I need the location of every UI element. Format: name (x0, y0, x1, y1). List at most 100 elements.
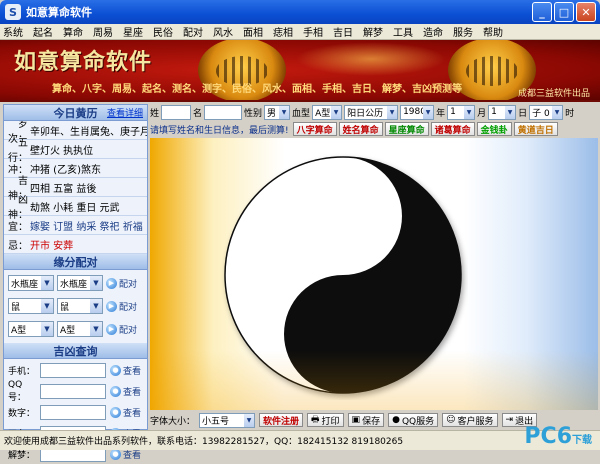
zhuge-button[interactable]: 诸葛算命 (430, 122, 475, 136)
maximize-button[interactable]: □ (554, 2, 574, 22)
save-icon: ▣ (351, 415, 361, 425)
status-text: 欢迎使用成都三益软件出品系列软件，联系电话：13982281527，QQ：182… (4, 437, 404, 447)
almanac-key: 宜： (8, 221, 28, 233)
menu-naming[interactable]: 起名 (33, 24, 53, 39)
day-label: 日 (518, 108, 528, 119)
minimize-button[interactable]: _ (532, 2, 552, 22)
match-select-b[interactable]: 鼠 ▼ (57, 298, 103, 314)
lookup-label: 手机： (8, 367, 36, 377)
lookup-button[interactable]: ●查看 (110, 385, 141, 398)
app-icon: S (5, 4, 21, 20)
menu-create[interactable]: 造命 (423, 24, 443, 39)
almanac-value: 冲猪 (乙亥)煞东 (30, 164, 101, 176)
almanac-key: 忌： (8, 240, 28, 252)
match-button[interactable]: ▶ 配对 (106, 323, 137, 336)
user-icon: ☺ (446, 415, 456, 425)
phone-input[interactable] (40, 363, 106, 378)
match-select-a[interactable]: 水瓶座 ▼ (8, 275, 54, 291)
menu-help[interactable]: 帮助 (483, 24, 503, 39)
menu-dream[interactable]: 解梦 (363, 24, 383, 39)
match-select-value: A型 (11, 325, 27, 336)
name-fortune-button[interactable]: 姓名算命 (338, 122, 383, 136)
lookup-button[interactable]: ●查看 (110, 364, 141, 377)
almanac-row: 忌： 开市 安葬 (4, 235, 147, 254)
lucky-day-button[interactable]: 黄道吉日 (513, 122, 558, 136)
menu-lucky-day[interactable]: 吉日 (333, 24, 353, 39)
calendar-select[interactable]: 阳日公历 ▼ (344, 104, 399, 120)
match-button[interactable]: ▶ 配对 (106, 300, 137, 313)
banner-ornament (296, 42, 446, 76)
font-size-select[interactable]: 小五号 ▼ (199, 412, 256, 428)
match-row: 水瓶座 ▼ 水瓶座 ▼ ▶ 配对 (4, 273, 147, 293)
year-select[interactable]: 1980 ▼ (400, 104, 435, 120)
almanac-value: 四相 五富 益後 (30, 183, 97, 195)
customer-service-button[interactable]: ☺ 客户服务 (442, 413, 498, 427)
month-value: 1 (450, 107, 456, 117)
lookup-button-label: 查看 (123, 367, 142, 377)
name-input[interactable] (204, 104, 243, 120)
menu-palm[interactable]: 手相 (303, 24, 323, 39)
menu-match[interactable]: 配对 (183, 24, 203, 39)
watermark-sub: 下载 (572, 435, 592, 446)
qq-input[interactable] (40, 384, 106, 399)
zodiac-fortune-button-label: 星座算命 (388, 125, 425, 136)
display-area (150, 138, 598, 410)
almanac-value: 壁灯火 执执位 (30, 145, 94, 157)
almanac-value: 辛卯年、生肖属兔、庚子月 (30, 126, 147, 138)
month-label: 月 (477, 108, 487, 119)
match-select-a[interactable]: 鼠 ▼ (8, 298, 54, 314)
search-icon: ● (110, 449, 121, 460)
chevron-down-icon: ▼ (279, 105, 290, 119)
blood-select[interactable]: A型 ▼ (312, 104, 343, 120)
almanac-key: 五行： (8, 138, 28, 164)
hour-label: 时 (565, 108, 575, 119)
form-hint: 请填写姓名和生日信息，最后测算! (150, 125, 289, 136)
close-button[interactable]: ✕ (576, 2, 596, 22)
menu-bar: 系统 起名 算命 周易 星座 民俗 配对 风水 面相 痣相 手相 吉日 解梦 工… (0, 24, 600, 40)
register-button[interactable]: 软件注册 (259, 413, 304, 427)
number-input[interactable] (40, 405, 106, 420)
qq-icon: ● (392, 415, 400, 425)
zhuge-button-label: 诸葛算命 (434, 125, 471, 136)
almanac-value: 开市 安葬 (30, 240, 74, 252)
month-select[interactable]: 1 ▼ (447, 104, 476, 120)
lucky-day-button-label: 黄道吉日 (517, 125, 554, 136)
almanac-detail-link[interactable]: 查看详细 (107, 106, 143, 119)
hour-select[interactable]: 子 0 ▼ (529, 104, 564, 120)
menu-folk[interactable]: 民俗 (153, 24, 173, 39)
lookup-row: QQ号： ● 查看 (4, 380, 147, 403)
qq-service-button[interactable]: ● QQ服务 (388, 413, 439, 427)
match-button-label: 配对 (119, 325, 138, 336)
hour-value: 子 0 (532, 108, 550, 119)
menu-mole[interactable]: 痣相 (273, 24, 293, 39)
lookup-button[interactable]: ●查看 (110, 406, 141, 419)
menu-zodiac[interactable]: 星座 (123, 24, 143, 39)
chevron-down-icon: ▼ (423, 105, 434, 119)
match-button-label: 配对 (119, 279, 138, 290)
print-button[interactable]: 🖶 打印 (307, 413, 344, 427)
blood-label: 血型 (292, 108, 311, 119)
almanac-row: 凶神： 劫煞 小耗 重日 元武 (4, 195, 147, 221)
coin-divination-button[interactable]: 金钱卦 (476, 122, 512, 136)
match-select-a[interactable]: A型 ▼ (8, 321, 54, 337)
chevron-down-icon: ▼ (505, 105, 516, 119)
zodiac-fortune-button[interactable]: 星座算命 (384, 122, 429, 136)
surname-label: 姓 (150, 108, 160, 119)
save-button[interactable]: ▣ 保存 (347, 413, 385, 427)
almanac-value: 劫煞 小耗 重日 元武 (30, 202, 120, 214)
font-size-label: 字体大小： (150, 416, 196, 427)
menu-tools[interactable]: 工具 (393, 24, 413, 39)
match-select-b[interactable]: A型 ▼ (57, 321, 103, 337)
match-select-b[interactable]: 水瓶座 ▼ (57, 275, 103, 291)
menu-service[interactable]: 服务 (453, 24, 473, 39)
menu-face[interactable]: 面相 (243, 24, 263, 39)
menu-zhouyi[interactable]: 周易 (93, 24, 113, 39)
bazi-button[interactable]: 八字算命 (292, 122, 337, 136)
day-select[interactable]: 1 ▼ (488, 104, 517, 120)
menu-fortune[interactable]: 算命 (63, 24, 83, 39)
match-button[interactable]: ▶ 配对 (106, 277, 137, 290)
menu-fengshui[interactable]: 风水 (213, 24, 233, 39)
gender-select[interactable]: 男 ▼ (264, 104, 291, 120)
menu-system[interactable]: 系统 (3, 24, 23, 39)
surname-input[interactable] (161, 104, 192, 120)
